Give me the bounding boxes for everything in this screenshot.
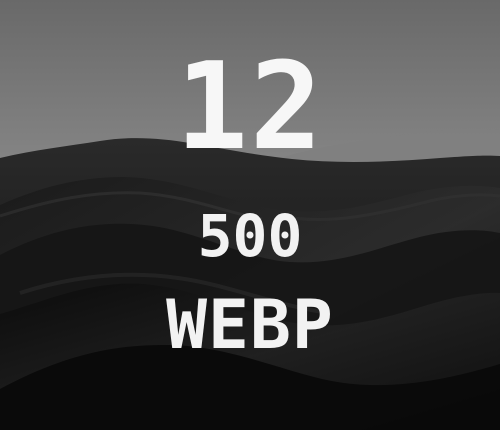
- image-format-label: WEBP: [166, 286, 334, 365]
- image-size-label: 500: [197, 202, 303, 270]
- image-canvas: 12 500 WEBP: [0, 0, 500, 430]
- image-number: 12: [175, 38, 325, 177]
